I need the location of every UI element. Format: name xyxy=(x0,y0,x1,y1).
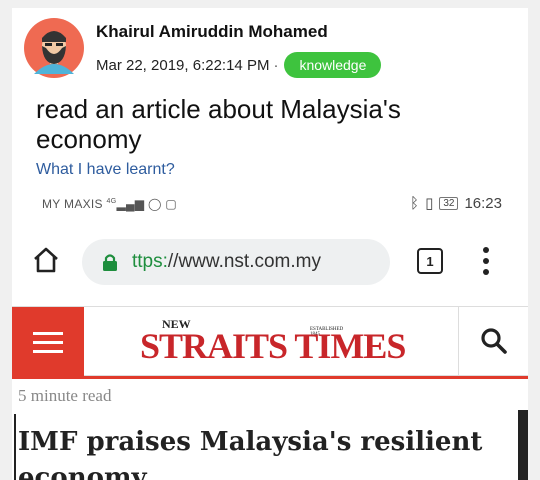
vibrate-icon: ▯ xyxy=(425,195,434,212)
user-avatar[interactable] xyxy=(24,18,84,78)
tag-badge[interactable]: knowledge xyxy=(284,52,382,78)
author-name[interactable]: Khairul Amiruddin Mohamed xyxy=(96,22,328,42)
article-headline[interactable]: IMF praises Malaysia's resilient economy xyxy=(18,424,498,480)
phone-status-bar: MY MAXIS 4G▂▄▆ ◯ ▢ ᛒ ▯ 32 16:23 xyxy=(42,194,502,213)
post-meta: Mar 22, 2019, 6:22:14 PM · knowledge xyxy=(96,52,382,78)
post-card: Khairul Amiruddin Mohamed Mar 22, 2019, … xyxy=(12,8,528,480)
embedded-screenshot: MY MAXIS 4G▂▄▆ ◯ ▢ ᛒ ▯ 32 16:23 ttps: //… xyxy=(12,188,528,480)
browser-toolbar: ttps://www.nst.com.my 1 xyxy=(12,228,528,298)
search-icon[interactable] xyxy=(480,327,508,355)
side-thumbnail xyxy=(518,410,528,480)
logo-wordmark: STRAITS TIMES xyxy=(140,326,406,366)
hamburger-menu-button[interactable] xyxy=(12,307,84,377)
status-right: ᛒ ▯ 32 16:23 xyxy=(410,194,502,213)
whatsapp-icon: ◯ xyxy=(147,197,162,211)
post-title: read an article about Malaysia's economy xyxy=(36,94,401,154)
tab-switcher-button[interactable]: 1 xyxy=(417,248,443,274)
more-options-icon[interactable] xyxy=(482,246,490,276)
clock: 16:23 xyxy=(464,194,502,212)
read-time: 5 minute read xyxy=(18,386,112,405)
header-accent-line xyxy=(12,376,528,379)
header-divider xyxy=(458,307,459,377)
carrier-label: MY MAXIS 4G▂▄▆ ◯ ▢ xyxy=(42,197,177,211)
home-icon[interactable] xyxy=(32,246,60,274)
post-timestamp: Mar 22, 2019, 6:22:14 PM xyxy=(96,56,270,74)
instagram-icon: ▢ xyxy=(165,197,177,211)
site-header: NEW ESTABLISHED 1845 STRAITS TIMES xyxy=(12,306,528,377)
bluetooth-icon: ᛒ xyxy=(410,194,420,212)
signal-icon: ▂▄▆ xyxy=(116,197,145,211)
meta-separator: · xyxy=(273,56,279,74)
url-text: //www.nst.com.my xyxy=(167,251,321,272)
url-scheme: ttps: xyxy=(132,251,168,272)
post-subtitle: What I have learnt? xyxy=(36,161,175,178)
network-label: 4G xyxy=(106,198,117,205)
address-bar[interactable]: ttps://www.nst.com.my xyxy=(82,239,390,285)
battery-icon: 32 xyxy=(439,196,459,210)
lock-icon xyxy=(103,254,117,271)
